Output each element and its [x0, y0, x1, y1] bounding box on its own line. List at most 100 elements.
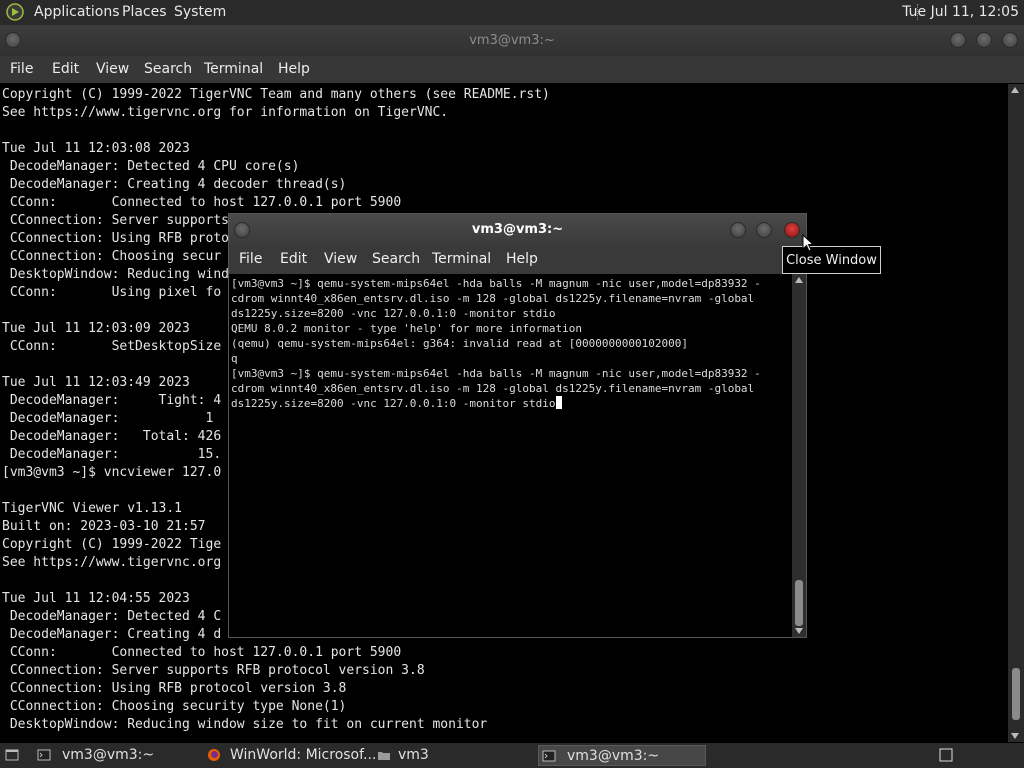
terminal-line: CConnection: Using RFB proto [2, 231, 229, 246]
terminal-line: DecodeManager: Detected 4 C [2, 609, 222, 624]
terminal-line: [vm3@vm3 ~]$ qemu-system-mips64el -hda b… [231, 367, 761, 380]
front-terminal-window: vm3@vm3:~ File Edit View Search Terminal… [229, 214, 806, 637]
terminal-line: DecodeManager: Creating 4 decoder thread… [2, 177, 347, 192]
terminal-line: CConn: Connected to host 127.0.0.1 port … [2, 645, 402, 660]
minimize-button[interactable] [730, 222, 746, 238]
background-scrollbar[interactable] [1008, 84, 1024, 742]
window-menu-icon[interactable] [234, 222, 250, 238]
terminal-line: DecodeManager: Tight: 4 [2, 393, 222, 408]
menu-terminal[interactable]: Terminal [432, 251, 491, 267]
top-panel: Applications Places System Tue Jul 11, 1… [0, 0, 1024, 25]
menu-search[interactable]: Search [372, 251, 420, 267]
terminal-line: DecodeManager: 1 [2, 411, 214, 426]
terminal-line: Built on: 2023-03-10 21:57 [2, 519, 206, 534]
terminal-line: CConn: Using pixel fo [2, 285, 222, 300]
taskbar: vm3@vm3:~ WinWorld: Microsof... vm3 vm3@… [0, 743, 1024, 768]
terminal-line: DecodeManager: Total: 426 [2, 429, 222, 444]
front-window-menubar: File Edit View Search Terminal Help [229, 246, 806, 274]
close-button[interactable] [1002, 32, 1018, 48]
terminal-line: See https://www.tigervnc.org [2, 555, 222, 570]
terminal-line: cdrom winnt40_x86en_entsrv.dl.iso -m 128… [231, 382, 755, 395]
show-desktop-icon [5, 749, 19, 761]
background-window-title: vm3@vm3:~ [469, 33, 555, 48]
taskbar-item-file-manager[interactable]: vm3 [374, 745, 534, 766]
maximize-button[interactable] [756, 222, 772, 238]
taskbar-item-label: vm3@vm3:~ [62, 747, 155, 763]
terminal-line: DesktopWindow: Reducing wind [2, 267, 229, 282]
terminal-line: CConnection: Server supports [2, 213, 229, 228]
close-window-button[interactable] [784, 222, 800, 238]
scroll-down-icon[interactable] [795, 628, 803, 634]
terminal-icon [542, 750, 556, 762]
taskbar-item-label: vm3@vm3:~ [567, 748, 660, 764]
taskbar-item-firefox[interactable]: WinWorld: Microsof... [204, 745, 376, 766]
menu-view[interactable]: View [324, 251, 357, 267]
taskbar-item-label: vm3 [398, 747, 429, 763]
terminal-line: CConnection: Choosing security type None… [2, 699, 347, 714]
terminal-line: q [231, 352, 238, 365]
places-menu[interactable]: Places [122, 4, 167, 20]
taskbar-item-label: WinWorld: Microsof... [230, 747, 377, 763]
terminal-line: QEMU 8.0.2 monitor - type 'help' for mor… [231, 322, 582, 335]
window-menu-icon[interactable] [5, 32, 21, 48]
scroll-up-icon[interactable] [1011, 87, 1019, 93]
terminal-line: Copyright (C) 1999-2022 TigerVNC Team an… [2, 87, 550, 102]
terminal-line: Copyright (C) 1999-2022 Tige [2, 537, 222, 552]
front-terminal-output[interactable]: [vm3@vm3 ~]$ qemu-system-mips64el -hda b… [229, 274, 790, 637]
terminal-line: TigerVNC Viewer v1.13.1 [2, 501, 183, 516]
terminal-line: CConnection: Server supports RFB protoco… [2, 663, 425, 678]
menu-help[interactable]: Help [278, 61, 310, 77]
terminal-line: (qemu) qemu-system-mips64el: g364: inval… [231, 337, 688, 350]
menu-file[interactable]: File [10, 61, 33, 77]
menu-edit[interactable]: Edit [52, 61, 79, 77]
applications-menu[interactable]: Applications [34, 4, 120, 20]
distro-logo-icon[interactable] [6, 3, 24, 21]
firefox-icon [208, 749, 220, 761]
scrollbar-thumb[interactable] [795, 580, 803, 626]
menu-view[interactable]: View [96, 61, 129, 77]
front-scrollbar[interactable] [792, 274, 806, 637]
terminal-line: CConn: SetDesktopSize [2, 339, 222, 354]
scroll-up-icon[interactable] [795, 277, 803, 283]
terminal-line: See https://www.tigervnc.org for informa… [2, 105, 449, 120]
minimize-button[interactable] [950, 32, 966, 48]
scroll-down-icon[interactable] [1011, 733, 1019, 739]
terminal-line: Tue Jul 11 12:03:08 2023 [2, 141, 190, 156]
terminal-line: CConn: Connected to host 127.0.0.1 port … [2, 195, 402, 210]
terminal-line: Tue Jul 11 12:04:55 2023 [2, 591, 190, 606]
terminal-line: DecodeManager: Creating 4 d [2, 627, 222, 642]
terminal-line: Tue Jul 11 12:03:09 2023 [2, 321, 190, 336]
terminal-line: DecodeManager: Detected 4 CPU core(s) [2, 159, 300, 174]
maximize-button[interactable] [976, 32, 992, 48]
taskbar-item-terminal-2[interactable]: vm3@vm3:~ [538, 745, 706, 766]
system-menu[interactable]: System [174, 4, 226, 20]
background-window-menubar: File Edit View Search Terminal Help [0, 56, 1024, 83]
text-cursor [555, 396, 562, 409]
menu-file[interactable]: File [239, 251, 262, 267]
menu-help[interactable]: Help [506, 251, 538, 267]
mouse-pointer-icon [802, 234, 814, 252]
clock[interactable]: Tue Jul 11, 12:05 [902, 4, 1019, 20]
front-window-title: vm3@vm3:~ [471, 222, 564, 237]
terminal-line: CConnection: Using RFB protocol version … [2, 681, 347, 696]
terminal-line: DecodeManager: 15. [2, 447, 222, 462]
terminal-line: Tue Jul 11 12:03:49 2023 [2, 375, 190, 390]
folder-icon [378, 752, 390, 760]
terminal-line: ds1225y.size=8200 -vnc 127.0.0.1:0 -moni… [231, 396, 562, 411]
menu-edit[interactable]: Edit [280, 251, 307, 267]
menu-search[interactable]: Search [144, 61, 192, 77]
background-window-titlebar[interactable]: vm3@vm3:~ [0, 25, 1024, 56]
terminal-line: DesktopWindow: Reducing window size to f… [2, 717, 488, 732]
show-desktop-button[interactable] [2, 745, 30, 766]
scrollbar-thumb[interactable] [1012, 668, 1020, 720]
terminal-icon [37, 749, 51, 761]
terminal-line: CConnection: Choosing secur [2, 249, 222, 264]
workspace-switcher[interactable] [936, 745, 958, 766]
close-window-tooltip: Close Window [782, 246, 881, 274]
terminal-line: cdrom winnt40_x86en_entsrv.dl.iso -m 128… [231, 292, 755, 305]
front-window-titlebar[interactable]: vm3@vm3:~ [229, 214, 806, 246]
taskbar-item-terminal-1[interactable]: vm3@vm3:~ [34, 745, 194, 766]
terminal-line: [vm3@vm3 ~]$ vncviewer 127.0 [2, 465, 222, 480]
terminal-line: [vm3@vm3 ~]$ qemu-system-mips64el -hda b… [231, 277, 761, 290]
menu-terminal[interactable]: Terminal [204, 61, 263, 77]
